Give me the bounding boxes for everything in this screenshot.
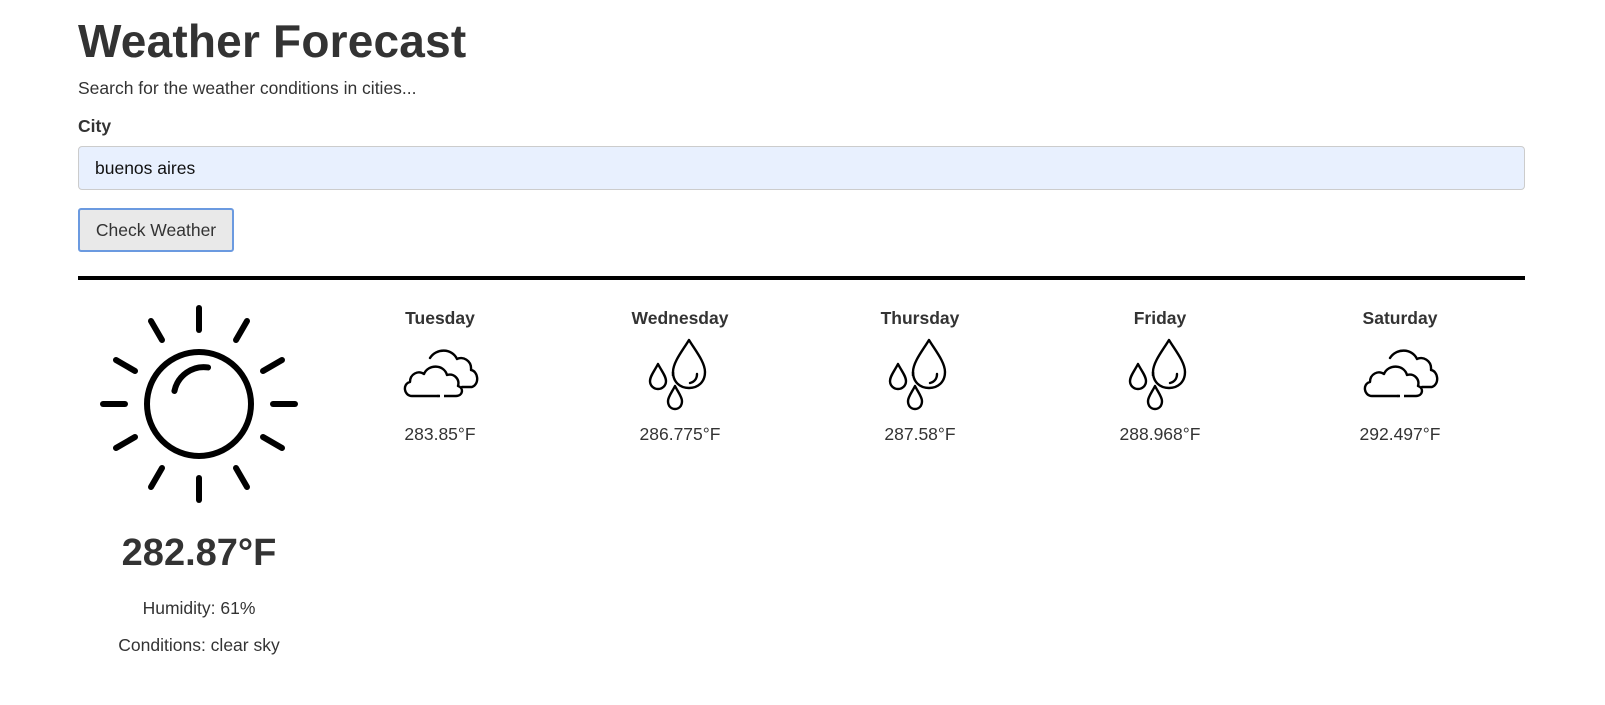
rain-drops-icon — [1125, 336, 1195, 412]
forecast-day-name: Saturday — [1362, 308, 1438, 328]
current-weather: 282.87°F Humidity: 61% Conditions: clear… — [78, 302, 320, 655]
forecast-day-thursday: Thursday 287.58°F — [820, 308, 1020, 445]
rain-drops-icon — [885, 336, 955, 412]
page-subtitle: Search for the weather conditions in cit… — [78, 78, 417, 98]
city-label: City — [78, 116, 112, 136]
cloudy-icon — [1360, 344, 1440, 404]
sun-icon — [100, 305, 298, 503]
check-weather-button[interactable]: Check Weather — [78, 208, 234, 252]
forecast-temperature: 288.968°F — [1119, 424, 1201, 444]
page-title: Weather Forecast — [78, 15, 467, 67]
forecast-day-name: Wednesday — [631, 308, 729, 328]
forecast-temperature: 292.497°F — [1359, 424, 1441, 444]
forecast-day-saturday: Saturday 292.497°F — [1300, 308, 1500, 445]
current-conditions: Conditions: clear sky — [118, 635, 280, 655]
cloudy-icon — [400, 344, 480, 404]
rain-drops-icon — [645, 336, 715, 412]
forecast-temperature: 287.58°F — [884, 424, 956, 444]
forecast-temperature: 283.85°F — [404, 424, 476, 444]
forecast-day-tuesday: Tuesday 283.85°F — [340, 308, 540, 445]
divider — [78, 276, 1525, 280]
forecast-day-wednesday: Wednesday 286.775°F — [580, 308, 780, 445]
forecast-day-name: Friday — [1133, 308, 1187, 328]
city-input[interactable] — [78, 146, 1525, 190]
forecast-day-friday: Friday 288.968°F — [1060, 308, 1260, 445]
forecast-day-name: Thursday — [880, 308, 960, 328]
current-humidity: Humidity: 61% — [142, 598, 256, 618]
forecast-day-name: Tuesday — [405, 308, 475, 328]
current-temperature: 282.87°F — [121, 532, 277, 574]
forecast-temperature: 286.775°F — [639, 424, 721, 444]
